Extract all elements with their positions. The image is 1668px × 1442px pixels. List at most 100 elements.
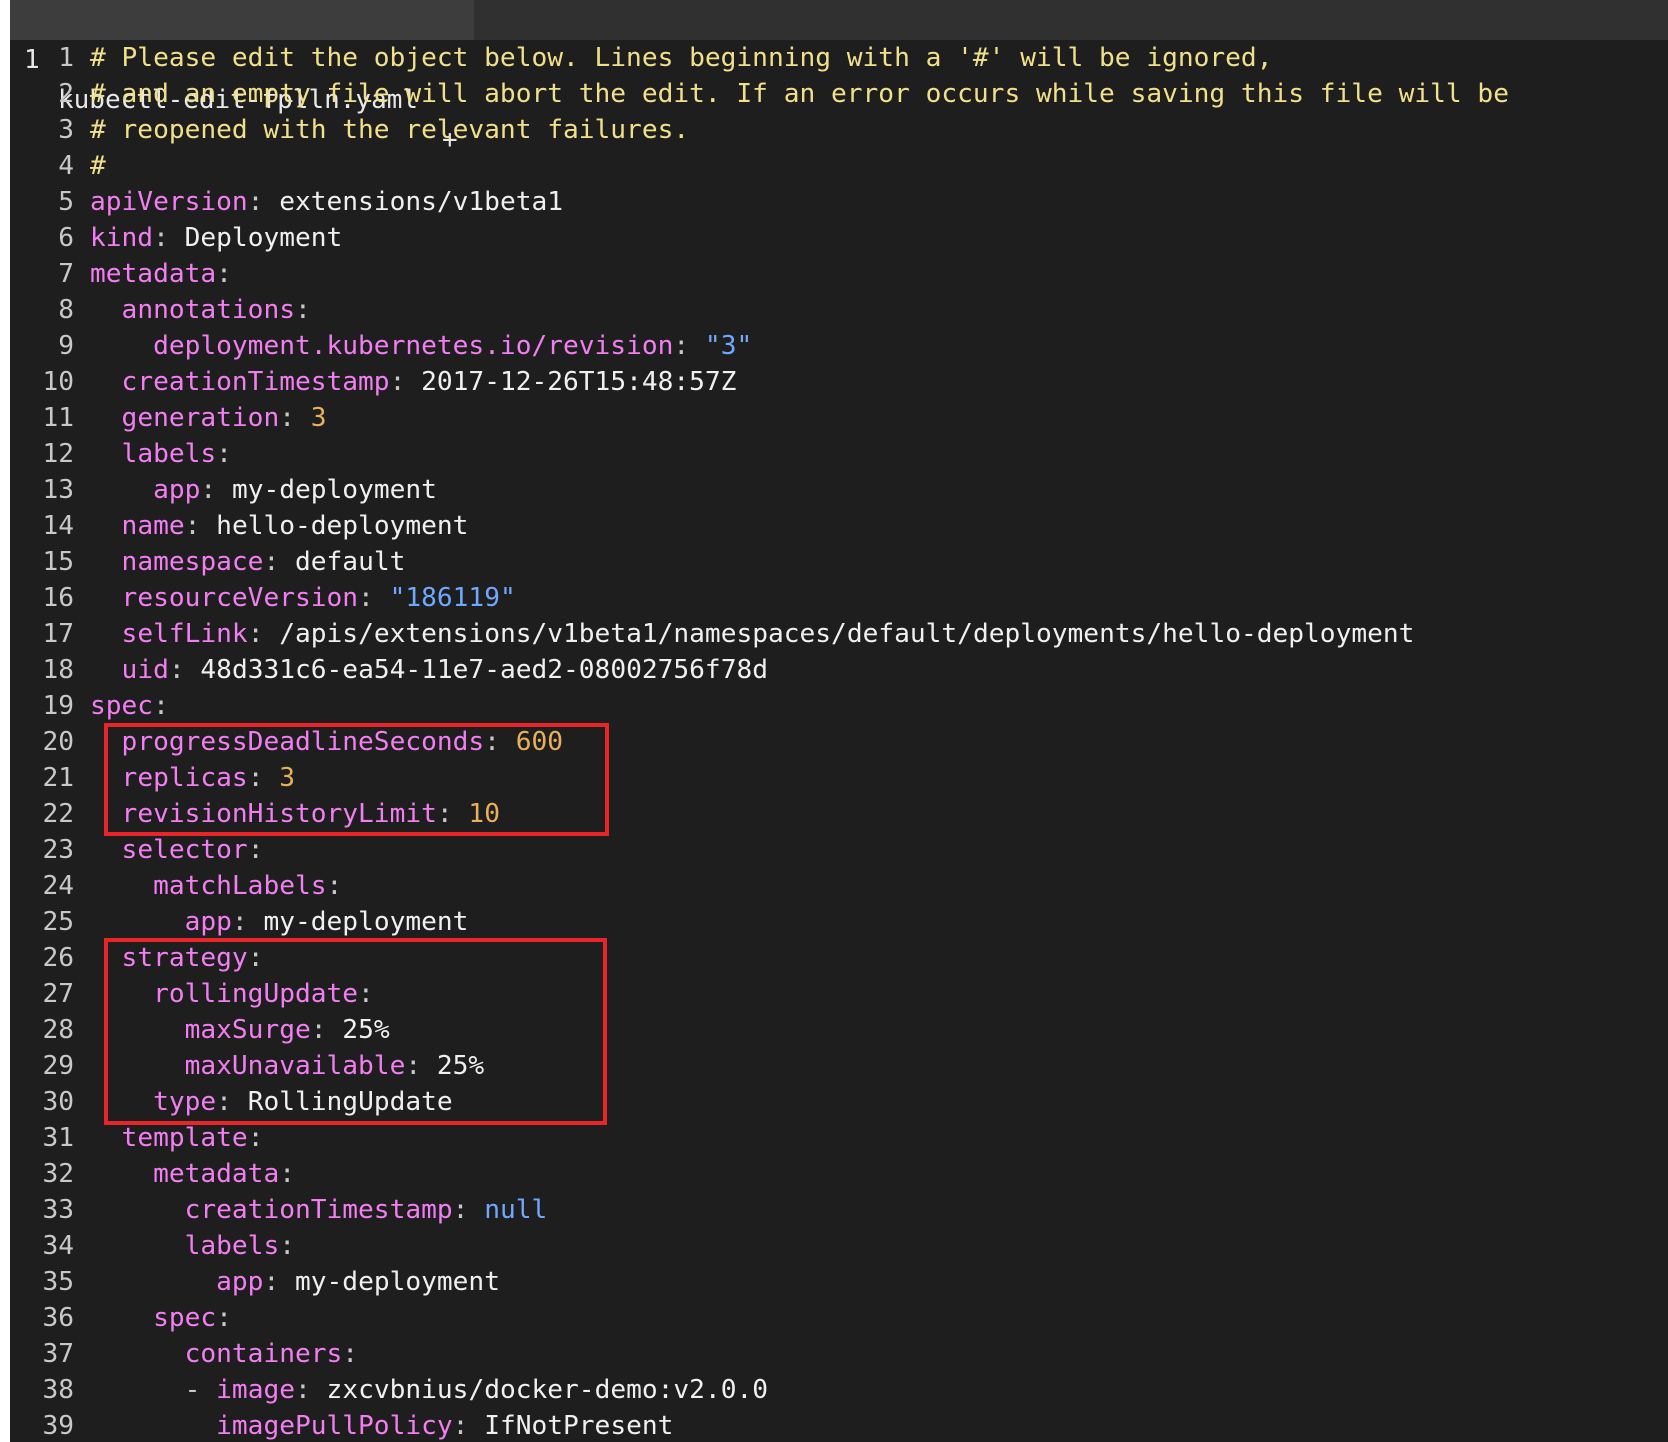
yaml-text <box>90 1339 185 1369</box>
yaml-text <box>90 1375 185 1405</box>
yaml-punctuation: : <box>294 295 311 325</box>
editor-line[interactable]: 8 annotations: <box>10 292 1668 328</box>
editor-line[interactable]: 13 app: my-deployment <box>10 472 1668 508</box>
yaml-key: name <box>121 511 185 541</box>
editor-line[interactable]: 39 imagePullPolicy: IfNotPresent <box>10 1408 1668 1442</box>
yaml-key: type <box>153 1087 217 1117</box>
line-code: maxSurge: 25% <box>90 1012 390 1048</box>
editor-line[interactable]: 19 spec: <box>10 688 1668 724</box>
editor-line[interactable]: 38 - image: zxcvbnius/docker-demo:v2.0.0 <box>10 1372 1668 1408</box>
yaml-punctuation: : <box>184 511 217 541</box>
line-code: selector: <box>90 832 264 868</box>
yaml-punctuation: : <box>389 367 422 397</box>
editor-line[interactable]: 14 name: hello-deployment <box>10 508 1668 544</box>
line-number: 30 <box>42 1087 74 1117</box>
yaml-key: spec <box>153 1303 217 1333</box>
editor-line[interactable]: 31 template: <box>10 1120 1668 1156</box>
editor-line[interactable]: 3 # reopened with the relevant failures. <box>10 112 1668 148</box>
editor-line[interactable]: 4 # <box>10 148 1668 184</box>
yaml-text <box>90 655 122 685</box>
yaml-punctuation: : <box>484 727 516 757</box>
line-code: selfLink: /apis/extensions/v1beta1/names… <box>90 616 1415 652</box>
editor-line[interactable]: 7 metadata: <box>10 256 1668 292</box>
line-number: 29 <box>42 1051 74 1081</box>
yaml-punctuation: : <box>310 1015 343 1045</box>
yaml-key: annotations <box>121 295 295 325</box>
yaml-number-value: 600 <box>515 727 564 757</box>
line-code: progressDeadlineSeconds: 600 <box>90 724 563 760</box>
editor-line[interactable]: 18 uid: 48d331c6-ea54-11e7-aed2-08002756… <box>10 652 1668 688</box>
yaml-punctuation: : <box>342 1339 359 1369</box>
yaml-string-value: "3" <box>704 331 753 361</box>
editor-line[interactable]: 16 resourceVersion: "186119" <box>10 580 1668 616</box>
yaml-punctuation: : <box>247 187 280 217</box>
editor-line[interactable]: 25 app: my-deployment <box>10 904 1668 940</box>
yaml-text: /apis/extensions/v1beta1/namespaces/defa… <box>279 619 1415 649</box>
editor-line[interactable]: 1 # Please edit the object below. Lines b… <box>10 40 1668 76</box>
editor-line[interactable]: 27 rollingUpdate: <box>10 976 1668 1012</box>
line-code: app: my-deployment <box>90 472 437 508</box>
editor-line[interactable]: 15 namespace: default <box>10 544 1668 580</box>
editor-line[interactable]: 35 app: my-deployment <box>10 1264 1668 1300</box>
line-code: deployment.kubernetes.io/revision: "3" <box>90 328 752 364</box>
yaml-text <box>90 1411 216 1441</box>
line-code: imagePullPolicy: IfNotPresent <box>90 1408 673 1442</box>
editor-line[interactable]: 22 revisionHistoryLimit: 10 <box>10 796 1668 832</box>
line-code: apiVersion: extensions/v1beta1 <box>90 184 563 220</box>
editor-line[interactable]: 37 containers: <box>10 1336 1668 1372</box>
yaml-key: generation <box>121 403 280 433</box>
editor-line[interactable]: 26 strategy: <box>10 940 1668 976</box>
line-number: 1 <box>58 43 74 73</box>
yaml-key: progressDeadlineSeconds <box>121 727 485 757</box>
editor-line[interactable]: 36 spec: <box>10 1300 1668 1336</box>
editor-line[interactable]: 30 type: RollingUpdate <box>10 1084 1668 1120</box>
editor-line[interactable]: 28 maxSurge: 25% <box>10 1012 1668 1048</box>
yaml-key: uid <box>121 655 169 685</box>
editor-line[interactable]: 12 labels: <box>10 436 1668 472</box>
yaml-text <box>90 475 153 505</box>
yaml-key: selector <box>121 835 248 865</box>
editor-line[interactable]: 33 creationTimestamp: null <box>10 1192 1668 1228</box>
line-number: 35 <box>42 1267 74 1297</box>
editor-line[interactable]: 2 # and an empty file will abort the edit… <box>10 76 1668 112</box>
line-code: labels: <box>90 436 232 472</box>
editor-line[interactable]: 23 selector: <box>10 832 1668 868</box>
editor-line[interactable]: 32 metadata: <box>10 1156 1668 1192</box>
yaml-key: imagePullPolicy <box>216 1411 453 1441</box>
line-number: 24 <box>42 871 74 901</box>
yaml-punctuation: : <box>216 1303 232 1333</box>
yaml-punctuation: : <box>452 1411 485 1441</box>
editor-line[interactable]: 9 deployment.kubernetes.io/revision: "3" <box>10 328 1668 364</box>
editor-line[interactable]: 34 labels: <box>10 1228 1668 1264</box>
editor-line[interactable]: 17 selfLink: /apis/extensions/v1beta1/na… <box>10 616 1668 652</box>
tab-kubectl-edit-file[interactable]: 1 kubectl-edit-fplln.yaml + <box>10 0 474 155</box>
line-number: 39 <box>42 1411 74 1441</box>
yaml-text <box>90 1303 153 1333</box>
editor-line[interactable]: 20 progressDeadlineSeconds: 600 <box>10 724 1668 760</box>
line-number: 21 <box>42 763 74 793</box>
line-number: 3 <box>58 115 74 145</box>
yaml-punctuation: : <box>153 223 185 253</box>
editor-line[interactable]: 5 apiVersion: extensions/v1beta1 <box>10 184 1668 220</box>
editor-line[interactable]: 29 maxUnavailable: 25% <box>10 1048 1668 1084</box>
line-number: 31 <box>42 1123 74 1153</box>
yaml-key: namespace <box>121 547 264 577</box>
line-code: metadata: <box>90 1156 295 1192</box>
editor-line[interactable]: 11 generation: 3 <box>10 400 1668 436</box>
yaml-key: app <box>153 475 201 505</box>
yaml-key: revisionHistoryLimit <box>121 799 437 829</box>
yaml-key: replicas <box>121 763 248 793</box>
line-number: 12 <box>42 439 74 469</box>
yaml-text <box>90 727 122 757</box>
yaml-key: metadata <box>90 259 217 289</box>
editor-line[interactable]: 21 replicas: 3 <box>10 760 1668 796</box>
editor-line[interactable]: 6 kind: Deployment <box>10 220 1668 256</box>
yaml-number-value: 3 <box>279 763 296 793</box>
editor-line[interactable]: 10 creationTimestamp: 2017-12-26T15:48:5… <box>10 364 1668 400</box>
yaml-key: rollingUpdate <box>153 979 359 1009</box>
yaml-punctuation: : <box>216 259 232 289</box>
editor-buffer[interactable]: 1 # Please edit the object below. Lines b… <box>10 40 1668 1442</box>
yaml-punctuation: : <box>358 979 374 1009</box>
yaml-punctuation: : <box>168 655 201 685</box>
editor-line[interactable]: 24 matchLabels: <box>10 868 1668 904</box>
